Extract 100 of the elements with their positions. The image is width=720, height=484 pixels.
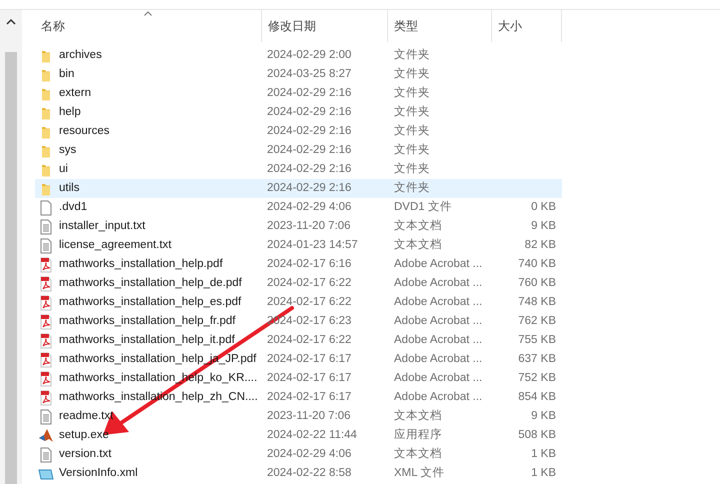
file-type: 文件夹 [394,68,430,80]
file-name: installer_input.txt [59,218,146,234]
file-row[interactable]: sys 2024-02-29 2:16 文件夹 [35,141,562,160]
modified-date: 2024-02-29 2:16 [267,144,352,156]
file-row[interactable]: installer_input.txt 2023-11-20 7:06 文本文档 9 KB [35,217,562,236]
column-header[interactable]: 修改日期 [262,10,388,42]
file-row[interactable]: setup.exe 2024-02-22 11:44 应用程序 508 KB [35,426,562,445]
file-name: extern [59,86,91,101]
modified-date: 2024-02-29 2:16 [267,162,352,175]
file-size: 82 KB [524,238,556,251]
file-row[interactable]: VersionInfo.xml 2024-02-22 8:58 XML 文件 1 KB [35,464,562,483]
modified-date: 2024-02-17 6:22 [267,296,352,308]
text-file-icon [39,408,53,424]
file-row[interactable]: help 2024-02-29 2:16 文件夹 [35,103,562,122]
file-row[interactable]: license_agreement.txt 2024-01-23 14:57 文本文档 82 KB [35,236,562,255]
file-name: mathworks_installation_help.pdf [59,256,223,272]
modified-date: 2024-02-29 2:16 [267,124,352,137]
file-size: 637 KB [518,352,556,365]
app-icon [38,428,54,444]
folder-icon [39,68,53,82]
file-row[interactable]: mathworks_installation_help_it.pdf 2024-02-17 6:22 Adobe Acrobat ... 755 KB [35,331,562,350]
pdf-file-icon [39,314,53,330]
modified-date: 2024-02-17 6:17 [267,372,352,384]
modified-date: 2024-02-29 2:16 [267,106,352,118]
file-size: 755 KB [518,334,556,346]
scroll-up-icon[interactable] [6,18,16,26]
file-size: 760 KB [518,276,556,289]
file-size: 508 KB [518,428,556,441]
file-type: 文本文档 [394,448,442,460]
modified-date: 2024-01-23 14:57 [267,238,358,251]
folder-icon [39,162,53,176]
file-type: 应用程序 [394,428,442,441]
folder-icon [39,86,53,100]
text-file-icon [39,446,53,462]
modified-date: 2024-02-29 4:06 [267,448,352,460]
modified-date: 2024-03-25 8:27 [267,68,352,80]
file-row[interactable]: bin 2024-03-25 8:27 文件夹 [35,65,562,84]
folder-icon [39,182,53,196]
scrollbar[interactable] [0,10,22,484]
file-row[interactable]: utils 2024-02-29 2:16 文件夹 [35,179,562,198]
modified-date: 2024-02-17 6:22 [267,334,352,346]
folder-icon [39,144,53,158]
text-file-icon [39,238,53,254]
pdf-file-icon [39,256,53,272]
file-name: license_agreement.txt [59,238,172,253]
modified-date: 2024-02-17 6:22 [267,276,352,289]
file-name: VersionInfo.xml [59,466,138,481]
modified-date: 2024-02-22 11:44 [267,428,357,441]
file-name: version.txt [59,446,112,462]
folder-icon [39,48,53,62]
folder-icon [39,106,53,120]
modified-date: 2023-11-20 7:06 [267,220,351,232]
modified-date: 2024-02-17 6:16 [267,258,352,270]
file-name: .dvd1 [59,200,88,215]
file-name: sys [59,142,76,158]
file-type: DVD1 文件 [394,200,452,213]
file-row[interactable]: .dvd1 2024-02-29 4:06 DVD1 文件 0 KB [35,198,562,217]
file-size: 854 KB [518,390,556,403]
file-type: Adobe Acrobat ... [394,314,482,327]
file-type: 文本文档 [394,410,442,422]
modified-date: 2024-02-22 8:58 [267,466,352,479]
file-row[interactable]: resources 2024-02-29 2:16 文件夹 [35,122,562,141]
file-type: 文件夹 [394,106,430,118]
file-size: 1 KB [531,448,556,460]
scrollbar-thumb[interactable] [5,52,17,484]
pdf-file-icon [39,294,53,310]
file-type: Adobe Acrobat ... [394,390,482,403]
file-type: 文件夹 [394,144,430,156]
file-row[interactable]: mathworks_installation_help_es.pdf 2024-02-17 6:22 Adobe Acrobat ... 748 KB [35,293,562,312]
file-name: archives [59,48,102,63]
modified-date: 2024-02-17 6:17 [267,352,352,365]
column-header[interactable]: 类型 [388,10,492,42]
file-row[interactable]: mathworks_installation_help.pdf 2024-02-17 6:16 Adobe Acrobat ... 740 KB [35,255,562,274]
file-name: mathworks_installation_help_fr.pdf [59,314,236,329]
file-type: XML 文件 [394,466,444,479]
column-header[interactable]: 大小 [492,10,562,42]
file-row[interactable]: version.txt 2024-02-29 4:06 文本文档 1 KB [35,445,562,464]
text-file-icon [39,218,53,234]
column-header[interactable]: 名称 [35,10,262,42]
file-name: mathworks_installation_help_de.pdf [59,276,242,291]
file-row[interactable]: mathworks_installation_help_de.pdf 2024-02-17 6:22 Adobe Acrobat ... 760 KB [35,274,562,293]
file-type: 文件夹 [394,124,430,137]
sort-ascending-icon [144,11,152,16]
file-type: Adobe Acrobat ... [394,372,482,384]
file-name: ui [59,162,68,177]
file-size: 0 KB [531,200,556,213]
file-type: Adobe Acrobat ... [394,334,482,346]
modified-date: 2024-02-17 6:17 [267,390,352,403]
file-size: 752 KB [518,372,556,384]
file-row[interactable]: extern 2024-02-29 2:16 文件夹 [35,84,562,103]
file-size: 1 KB [531,466,556,479]
file-row[interactable]: archives 2024-02-29 2:00 文件夹 [35,46,562,65]
file-row[interactable]: ui 2024-02-29 2:16 文件夹 [35,160,562,179]
file-type: Adobe Acrobat ... [394,352,482,365]
modified-date: 2024-02-29 2:16 [267,182,352,194]
modified-date: 2024-02-29 2:00 [267,48,352,61]
file-type: 文件夹 [394,48,430,61]
file-name: setup.exe [59,428,109,443]
file-type: 文本文档 [394,238,442,251]
file-type: Adobe Acrobat ... [394,276,482,289]
